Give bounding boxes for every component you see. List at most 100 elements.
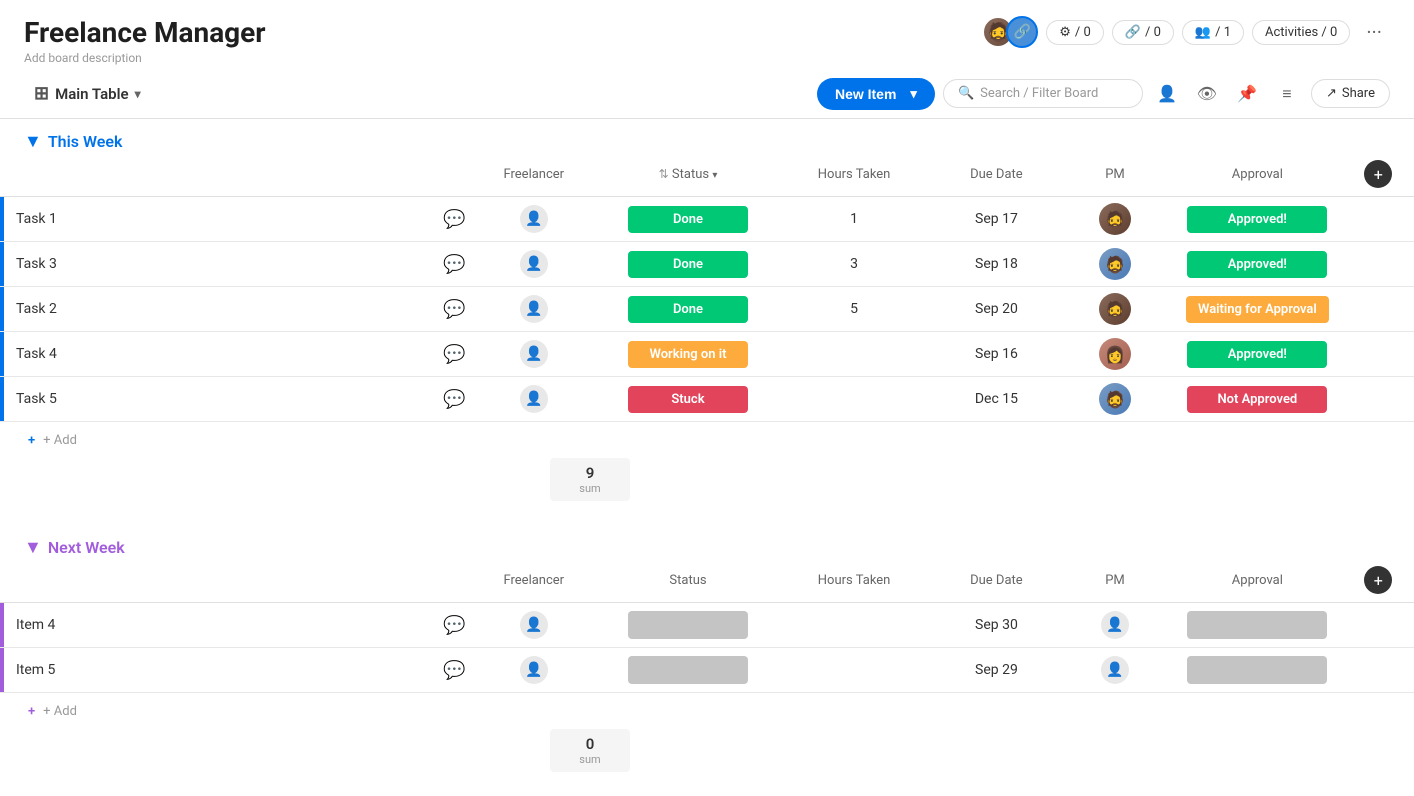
share-icon: ↗ [1326, 86, 1337, 101]
hours-cell [783, 648, 925, 693]
more-options-button[interactable]: ··· [1358, 16, 1390, 48]
status-cell: Stuck [593, 377, 783, 422]
pm-avatar[interactable]: 👩 [1099, 338, 1131, 370]
approval-badge-empty[interactable] [1187, 611, 1327, 639]
due-date-value[interactable]: Sep 29 [925, 648, 1067, 692]
next-sum-value: 0 [570, 735, 610, 753]
due-date-value[interactable]: Sep 30 [925, 603, 1067, 647]
comment-button[interactable]: 💬 [434, 209, 474, 230]
hours-value[interactable]: 5 [783, 287, 925, 331]
avatar-group[interactable]: 🧔 🔗 [982, 16, 1038, 48]
due-date-value[interactable]: Sep 18 [925, 242, 1067, 286]
board-description[interactable]: Add board description [24, 51, 266, 65]
freelancer-avatar[interactable]: 👤 [520, 205, 548, 233]
comment-button[interactable]: 💬 [434, 389, 474, 410]
hours-value[interactable] [783, 377, 925, 421]
approval-badge-approved[interactable]: Approved! [1187, 206, 1327, 233]
sum-value: 9 [570, 464, 610, 482]
search-filter-box[interactable]: 🔍 Search / Filter Board [943, 79, 1143, 108]
this-week-add-row[interactable]: + + Add [0, 422, 1414, 458]
task-name[interactable]: Task 5 [4, 391, 434, 407]
status-badge-done[interactable]: Done [628, 251, 748, 278]
pin-button[interactable]: 📌 [1231, 78, 1263, 110]
approval-cell: Approved! [1162, 242, 1352, 287]
pm-avatar[interactable]: 🧔 [1099, 248, 1131, 280]
integrations-pill[interactable]: 🔗 / 0 [1112, 20, 1174, 45]
hours-value[interactable]: 1 [783, 197, 925, 241]
new-item-label: New Item [835, 86, 896, 102]
approval-badge-approved[interactable]: Approved! [1187, 251, 1327, 278]
pm-avatar[interactable]: 🧔 [1099, 293, 1131, 325]
due-date-value[interactable]: Sep 20 [925, 287, 1067, 331]
hours-value[interactable]: 3 [783, 242, 925, 286]
comment-button[interactable]: 💬 [434, 615, 474, 636]
task-name[interactable]: Task 3 [4, 256, 434, 272]
status-badge-done[interactable]: Done [628, 296, 748, 323]
freelancer-avatar[interactable]: 👤 [520, 295, 548, 323]
col-header-pm: PM [1068, 152, 1163, 197]
group-next-week-toggle[interactable]: ▼ [24, 537, 42, 558]
next-add-column-button[interactable]: + [1364, 566, 1392, 594]
next-add-row-label: + Add [43, 704, 77, 719]
new-item-button[interactable]: New Item ▾ [817, 78, 935, 110]
table-row: Task 3 💬 👤 Done 3 Sep 18 🧔 Ap [0, 242, 1414, 287]
members-label: / 1 [1215, 25, 1231, 40]
task-name[interactable]: Item 5 [4, 662, 434, 678]
status-sort-arrow: ▾ [712, 170, 717, 181]
task-cell: Task 3 💬 [0, 242, 474, 287]
comment-button[interactable]: 💬 [434, 299, 474, 320]
comment-button[interactable]: 💬 [434, 660, 474, 681]
status-badge-empty[interactable] [628, 656, 748, 684]
task-name[interactable]: Task 4 [4, 346, 434, 362]
hours-cell [783, 332, 925, 377]
approval-cell [1162, 648, 1352, 693]
avatar-user-2[interactable]: 🔗 [1006, 16, 1038, 48]
approval-badge-not[interactable]: Not Approved [1187, 386, 1327, 413]
filter-button[interactable]: ≡ [1271, 78, 1303, 110]
due-date-value[interactable]: Sep 16 [925, 332, 1067, 376]
comment-button[interactable]: 💬 [434, 254, 474, 275]
comment-button[interactable]: 💬 [434, 344, 474, 365]
group-this-week-toggle[interactable]: ▼ [24, 131, 42, 152]
person-filter-button[interactable]: 👤 [1151, 78, 1183, 110]
status-badge-stuck[interactable]: Stuck [628, 386, 748, 413]
freelancer-avatar[interactable]: 👤 [520, 611, 548, 639]
hours-value[interactable] [783, 648, 925, 692]
freelancer-avatar[interactable]: 👤 [520, 340, 548, 368]
task-name[interactable]: Item 4 [4, 617, 434, 633]
col-header-status: ⇅ Status ▾ [593, 152, 783, 197]
main-table-button[interactable]: ⊞ Main Table ▾ [24, 77, 151, 110]
status-badge-done[interactable]: Done [628, 206, 748, 233]
members-pill[interactable]: 👥 / 1 [1182, 20, 1244, 45]
eye-button[interactable]: 👁 [1191, 78, 1223, 110]
next-week-add-row[interactable]: + + Add [0, 693, 1414, 729]
pm-avatar[interactable]: 👤 [1101, 656, 1129, 684]
approval-badge-empty[interactable] [1187, 656, 1327, 684]
group-this-week-header: ▼ This Week [0, 119, 1414, 152]
group-this-week: ▼ This Week Freelancer ⇅ Status ▾ Hours … [0, 119, 1414, 501]
share-button[interactable]: ↗ Share [1311, 79, 1390, 108]
task-name[interactable]: Task 1 [4, 211, 434, 227]
approval-badge-waiting[interactable]: Waiting for Approval [1186, 296, 1329, 323]
status-badge-empty[interactable] [628, 611, 748, 639]
sum-label: sum [570, 482, 610, 495]
toolbar-right: New Item ▾ 🔍 Search / Filter Board 👤 👁 📌… [817, 78, 1390, 110]
freelancer-avatar[interactable]: 👤 [520, 385, 548, 413]
approval-badge-approved[interactable]: Approved! [1187, 341, 1327, 368]
freelancer-avatar[interactable]: 👤 [520, 250, 548, 278]
due-date-value[interactable]: Sep 17 [925, 197, 1067, 241]
add-column-button[interactable]: + [1364, 160, 1392, 188]
activities-pill[interactable]: Activities / 0 [1252, 20, 1350, 45]
freelancer-avatar[interactable]: 👤 [520, 656, 548, 684]
pm-avatar[interactable]: 👤 [1101, 611, 1129, 639]
hours-value[interactable] [783, 603, 925, 647]
pm-avatar[interactable]: 🧔 [1099, 203, 1131, 235]
status-badge-working[interactable]: Working on it [628, 341, 748, 368]
task-name[interactable]: Task 2 [4, 301, 434, 317]
sum-box: 9 sum [550, 458, 630, 501]
hours-value[interactable] [783, 332, 925, 376]
due-date-value[interactable]: Dec 15 [925, 377, 1067, 421]
automation-pill[interactable]: ⚙ / 0 [1046, 20, 1104, 45]
pm-avatar[interactable]: 🧔 [1099, 383, 1131, 415]
hours-cell: 1 [783, 197, 925, 242]
